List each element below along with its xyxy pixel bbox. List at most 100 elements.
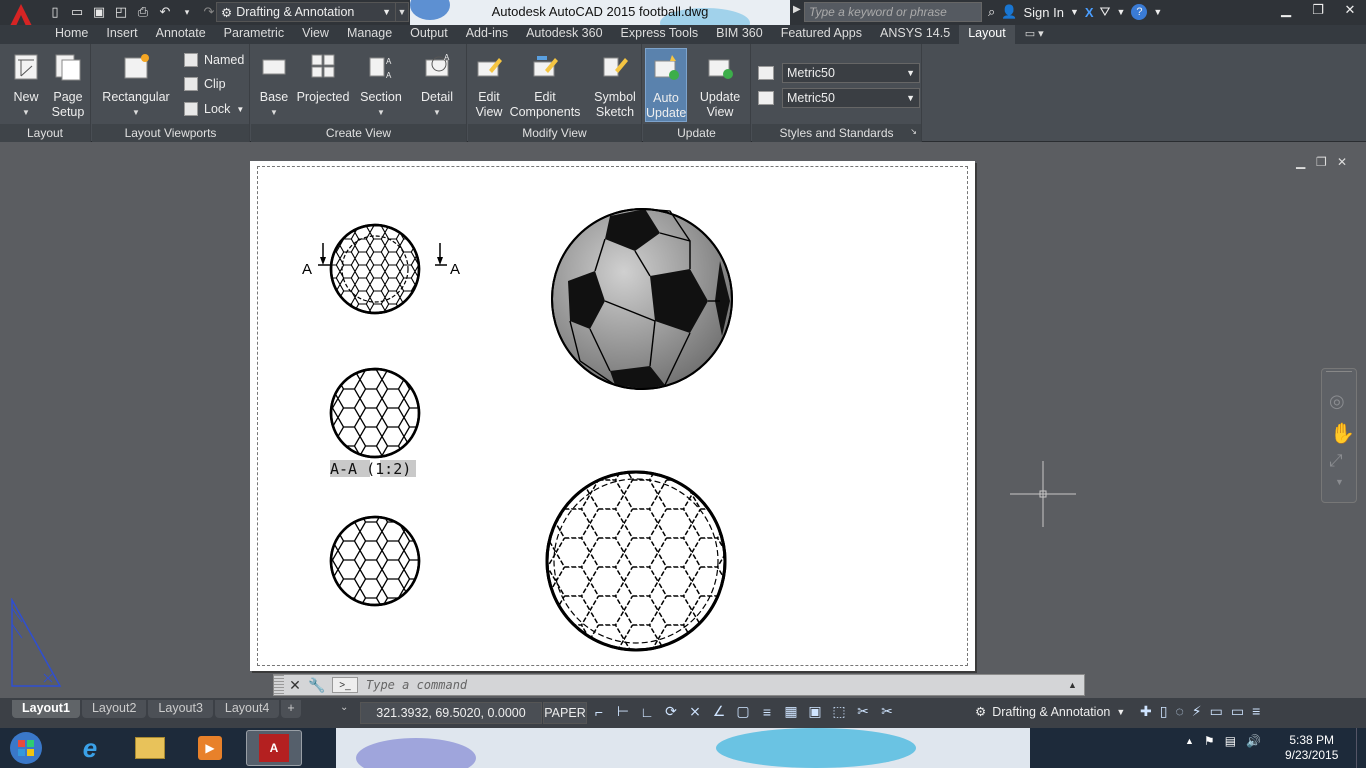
show-hidden-icons[interactable]: ▲ xyxy=(1185,736,1194,746)
viewport-restore-icon[interactable]: ❐ xyxy=(1316,155,1327,169)
tab-parametric[interactable]: Parametric xyxy=(215,25,293,44)
object-snap-icon[interactable]: ▢ xyxy=(734,703,752,720)
taskbar-autocad-icon[interactable]: A xyxy=(246,730,302,766)
help-icon[interactable]: ? xyxy=(1131,4,1148,20)
tab-insert[interactable]: Insert xyxy=(97,25,146,44)
coordinates-display[interactable]: 321.3932, 69.5020, 0.0000 xyxy=(360,702,542,724)
command-input[interactable]: Type a command xyxy=(358,678,1068,692)
zoom-extents-icon[interactable]: ⤢ xyxy=(1329,451,1343,471)
clip-button[interactable]: Clip xyxy=(184,77,226,91)
symbol-sketch-button[interactable]: Symbol Sketch xyxy=(592,52,638,120)
layout-tab-4[interactable]: Layout4 xyxy=(214,700,280,718)
isometric-icon[interactable]: ∠ xyxy=(710,703,728,720)
chevron-down-icon[interactable]: ▼ xyxy=(1070,7,1079,17)
annotation-monitor-icon[interactable]: ✚ xyxy=(1140,703,1152,720)
binoculars-icon[interactable]: ⌕ xyxy=(988,4,995,20)
detail-view-button[interactable]: A Detail ▼ xyxy=(417,52,457,120)
layout-tab-1[interactable]: Layout1 xyxy=(12,700,80,718)
base-view-button[interactable]: Base ▼ xyxy=(257,52,291,120)
tab-featured-apps[interactable]: Featured Apps xyxy=(772,25,871,44)
tab-output[interactable]: Output xyxy=(401,25,457,44)
a360-icon[interactable]: ⛛ xyxy=(1100,4,1111,20)
page-setup-button[interactable]: Page Setup xyxy=(48,52,88,120)
open-file-icon[interactable]: ▭ xyxy=(68,3,86,21)
transparency-icon[interactable]: ▦ xyxy=(782,703,800,720)
football-shaded-view[interactable] xyxy=(551,208,733,390)
exchange-apps-icon[interactable]: X xyxy=(1085,5,1094,20)
volume-icon[interactable]: 🔊 xyxy=(1246,734,1261,748)
add-layout-button[interactable]: + xyxy=(281,700,301,718)
auto-scale-icon[interactable]: ✂ xyxy=(878,703,896,720)
workspace-switch[interactable]: ⚙ Drafting & Annotation ▼ xyxy=(975,704,1125,720)
chevron-up-icon[interactable]: ▲ xyxy=(1068,680,1084,690)
taskbar-ie-icon[interactable]: e xyxy=(62,730,118,766)
paper-space-toggle[interactable]: PAPER xyxy=(543,702,587,724)
ribbon-minimize-toggle[interactable]: ▭ ▾ xyxy=(1025,25,1044,44)
annotation-visibility-icon[interactable]: ✂ xyxy=(854,703,872,720)
help-search-input[interactable]: Type a keyword or phrase xyxy=(804,2,982,22)
section-view-button[interactable]: AA Section ▼ xyxy=(357,52,405,120)
layout-tab-3[interactable]: Layout3 xyxy=(148,700,213,718)
taskbar-explorer-icon[interactable] xyxy=(122,730,178,766)
wrench-icon[interactable]: 🔧 xyxy=(306,675,328,695)
drawing-area[interactable]: ▁ ❐ ✕ A A A-A (1:2) ◎ ✋ ⤢ ▼ xyxy=(0,143,1366,698)
viewport-close-icon[interactable]: ✕ xyxy=(1337,155,1347,169)
named-viewports-button[interactable]: Named xyxy=(184,53,244,67)
tab-layout[interactable]: Layout xyxy=(959,25,1015,44)
qat-customize-button[interactable]: ▼ xyxy=(395,2,409,22)
section-style-selector[interactable]: Metric50 ▼ xyxy=(782,88,920,108)
view-style-selector[interactable]: Metric50 ▼ xyxy=(782,63,920,83)
steering-wheel-icon[interactable]: ◎ xyxy=(1329,391,1345,412)
tab-bim-360[interactable]: BIM 360 xyxy=(707,25,772,44)
paper-sheet[interactable]: A A A-A (1:2) xyxy=(250,161,975,671)
clean-screen-icon[interactable]: ▭ xyxy=(1210,703,1223,720)
annotation-scale-icon[interactable]: ⬚ xyxy=(830,703,848,720)
ortho-icon[interactable]: ∟ xyxy=(638,704,656,720)
lock-button[interactable]: Lock ▼ xyxy=(184,102,244,116)
update-view-button[interactable]: Update View xyxy=(695,52,745,120)
polar-tracking-icon[interactable]: ⟳ xyxy=(662,703,680,720)
football-top-view[interactable] xyxy=(329,223,421,315)
close-button[interactable]: ✕ xyxy=(1334,0,1366,20)
chevron-down-icon[interactable]: ▼ xyxy=(1153,7,1162,17)
minimize-button[interactable]: ▁ xyxy=(1270,0,1302,20)
chevron-down-icon[interactable]: ▼ xyxy=(1116,7,1125,17)
auto-update-button[interactable]: Auto Update xyxy=(645,48,687,122)
tab-autodesk-360[interactable]: Autodesk 360 xyxy=(517,25,611,44)
object-snap-tracking-icon[interactable]: ⨯ xyxy=(686,703,704,720)
pan-icon[interactable]: ✋ xyxy=(1330,421,1355,446)
projected-view-button[interactable]: Projected xyxy=(295,52,351,105)
save-as-icon[interactable]: ◰ xyxy=(112,3,130,21)
tab-home[interactable]: Home xyxy=(46,25,97,44)
football-front-view[interactable] xyxy=(329,515,421,607)
hardware-acceleration-icon[interactable]: ⚡ xyxy=(1192,703,1202,720)
action-center-flag-icon[interactable]: ⚑ xyxy=(1204,734,1215,748)
save-icon[interactable]: ▣ xyxy=(90,3,108,21)
layout-tab-2[interactable]: Layout2 xyxy=(81,700,147,718)
tab-express-tools[interactable]: Express Tools xyxy=(612,25,708,44)
command-prompt-icon[interactable]: >_ xyxy=(332,677,358,693)
search-expand-icon[interactable]: ▶ xyxy=(793,4,801,15)
new-file-icon[interactable]: ▯ xyxy=(46,3,64,21)
tab-add-ins[interactable]: Add-ins xyxy=(457,25,517,44)
selection-cycling-icon[interactable]: ▣ xyxy=(806,703,824,720)
undo-dropdown-icon[interactable]: ▾ xyxy=(178,3,196,21)
network-icon[interactable]: ▤ xyxy=(1225,734,1236,748)
dialog-launcher-icon[interactable]: ↘ xyxy=(910,127,917,136)
show-desktop-button[interactable] xyxy=(1356,728,1366,768)
undo-icon[interactable]: ↶ xyxy=(156,3,174,21)
tab-manage[interactable]: Manage xyxy=(338,25,401,44)
dynamic-input-icon[interactable]: ⊢ xyxy=(614,703,632,720)
edit-components-button[interactable]: Edit Components xyxy=(508,52,582,120)
sign-in-link[interactable]: Sign In xyxy=(1023,5,1063,20)
viewport-minimize-icon[interactable]: ▁ xyxy=(1296,155,1305,169)
snap-icon[interactable]: ⌐ xyxy=(590,704,608,720)
edit-view-button[interactable]: Edit View xyxy=(472,52,506,120)
tab-annotate[interactable]: Annotate xyxy=(147,25,215,44)
rectangular-viewport-button[interactable]: Rectangular ▼ xyxy=(102,52,170,120)
chevron-down-icon[interactable]: ▼ xyxy=(1335,477,1344,487)
lineweight-icon[interactable]: ≡ xyxy=(758,704,776,720)
tab-ansys[interactable]: ANSYS 14.5 xyxy=(871,25,959,44)
new-layout-button[interactable]: New ▼ xyxy=(8,52,44,120)
units-icon[interactable]: ▯ xyxy=(1160,703,1168,720)
